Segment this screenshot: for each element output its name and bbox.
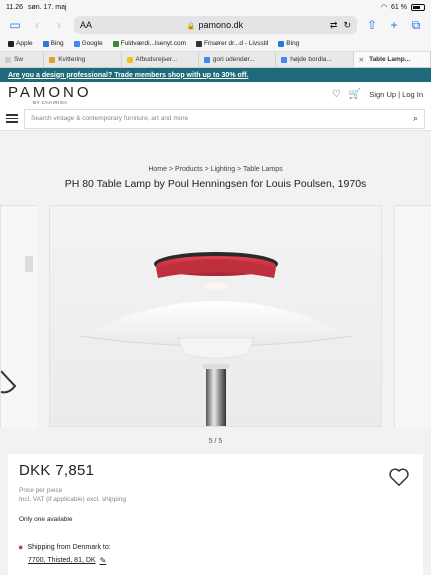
heart-icon[interactable]: ♡	[332, 89, 341, 100]
tab-hojde[interactable]: højde bordla...	[276, 52, 354, 67]
menu-icon[interactable]	[6, 114, 18, 123]
search-placeholder: Search vintage & contemporary furniture,…	[31, 115, 189, 122]
cart-icon[interactable]: 🛒	[349, 89, 361, 100]
status-bar: 11.26 søn. 17. maj ◠ 61 %	[0, 0, 431, 14]
heart-icon	[389, 468, 409, 486]
battery-percent: 61 %	[391, 3, 407, 11]
sidebar-icon[interactable]: ▭	[8, 18, 22, 32]
price-per-piece: Price per piece	[19, 487, 63, 494]
favorite-button[interactable]	[388, 466, 410, 488]
breadcrumb[interactable]: Home > Products > Lighting > Table Lamps	[0, 166, 431, 173]
site-icon	[49, 56, 56, 63]
google-icon	[73, 40, 80, 47]
shipping-location: 7700, Thisted, 81, DK	[28, 557, 96, 564]
bing-icon	[42, 40, 49, 47]
browser-toolbar: ▭ ‹ › AA 🔒 pamono.dk ⇄ ↻ ⇧ + ⧉	[0, 14, 431, 36]
lock-icon: 🔒	[186, 23, 196, 30]
search-icon[interactable]: ⌕	[413, 113, 418, 124]
site-icon	[5, 56, 11, 63]
status-time: 11.26	[6, 3, 23, 11]
shipping-info: ● Shipping from Denmark to:	[18, 542, 111, 552]
price-card: DKK 7,851 Price per piece Incl. VAT (if …	[8, 454, 423, 575]
promo-link[interactable]: Are you a design professional? Trade mem…	[8, 72, 248, 79]
tab-kvittering[interactable]: Kvittering	[44, 52, 122, 67]
google-icon	[281, 56, 288, 63]
bookmarks-bar: Apple Bing Google Fuldværdi...lsenyt.com…	[0, 36, 431, 52]
site-icon	[112, 40, 119, 47]
availability: Only one available	[19, 516, 73, 523]
apple-icon	[8, 40, 14, 47]
bookmark-fuldvaerdi[interactable]: Fuldværdi...lsenyt.com	[112, 40, 186, 47]
prev-image[interactable]	[0, 205, 38, 428]
shipping-label: Shipping from Denmark to:	[27, 543, 111, 551]
vat-note: Incl. VAT (if applicable) excl. shipping	[19, 496, 126, 503]
forward-icon[interactable]: ›	[52, 18, 66, 32]
next-image[interactable]	[394, 205, 431, 428]
prev-lamp-thumbnail	[0, 206, 38, 428]
pamono-logo[interactable]: PAMONO BY CHAIRISH	[8, 85, 92, 105]
bookmark-apple[interactable]: Apple	[8, 40, 33, 47]
signup-login-link[interactable]: Sign Up | Log In	[369, 90, 423, 99]
search-row: Search vintage & contemporary furniture,…	[0, 107, 431, 131]
image-gallery	[0, 205, 431, 428]
wifi-icon: ◠	[380, 4, 388, 11]
bing-icon	[278, 40, 285, 47]
tab-gori[interactable]: gori udendør...	[199, 52, 277, 67]
url-text: 🔒 pamono.dk	[100, 20, 330, 30]
google-icon	[203, 56, 210, 63]
bookmark-bing-2[interactable]: Bing	[278, 40, 299, 47]
reload-icon[interactable]: ↻	[343, 20, 351, 31]
search-input[interactable]: Search vintage & contemporary furniture,…	[24, 108, 425, 129]
tab-afbudsrejser[interactable]: Afbudsrejser...	[122, 52, 199, 67]
site-header: PAMONO BY CHAIRISH ♡ 🛒 Sign Up | Log In	[0, 82, 431, 107]
address-bar[interactable]: AA 🔒 pamono.dk ⇄ ↻	[74, 16, 357, 34]
share-icon[interactable]: ⇧	[365, 18, 379, 32]
reader-aa-button[interactable]: AA	[80, 20, 100, 30]
back-icon[interactable]: ‹	[30, 18, 44, 32]
pencil-icon[interactable]: ✎	[100, 556, 107, 565]
shipping-location-link[interactable]: 7700, Thisted, 81, DK ✎	[28, 556, 106, 565]
location-pin-icon: ●	[18, 542, 24, 552]
main-product-image[interactable]	[49, 205, 382, 427]
tab-sw[interactable]: Sw	[0, 52, 45, 67]
battery-icon	[411, 3, 425, 11]
translate-icon[interactable]: ⇄	[330, 20, 338, 31]
site-icon	[196, 40, 202, 47]
image-counter: 5 / 5	[208, 438, 223, 445]
logo-wordmark: PAMONO	[8, 83, 92, 101]
promo-banner[interactable]: Are you a design professional? Trade mem…	[0, 68, 431, 82]
product-title: PH 80 Table Lamp by Poul Henningsen for …	[64, 178, 367, 190]
price: DKK 7,851	[19, 462, 95, 479]
bookmark-google[interactable]: Google	[73, 40, 103, 47]
site-icon	[126, 56, 133, 63]
url-label: pamono.dk	[198, 20, 244, 30]
tabs-overview-icon[interactable]: ⧉	[409, 18, 423, 32]
new-tab-icon[interactable]: +	[387, 18, 401, 32]
logo-subtitle: BY CHAIRISH	[33, 99, 68, 105]
lamp-photo	[50, 206, 381, 426]
tab-table-lamp[interactable]: ✕ Table Lamp...	[353, 52, 431, 67]
close-tab-icon[interactable]: ✕	[359, 56, 364, 64]
tab-bar: Sw Kvittering Afbudsrejser... gori udend…	[0, 52, 431, 68]
next-lamp-thumbnail	[395, 206, 431, 428]
status-date: søn. 17. maj	[28, 3, 67, 11]
bookmark-frisoerer[interactable]: Frisører dr...d - Livsstil	[196, 40, 268, 47]
bookmark-bing[interactable]: Bing	[42, 40, 64, 47]
